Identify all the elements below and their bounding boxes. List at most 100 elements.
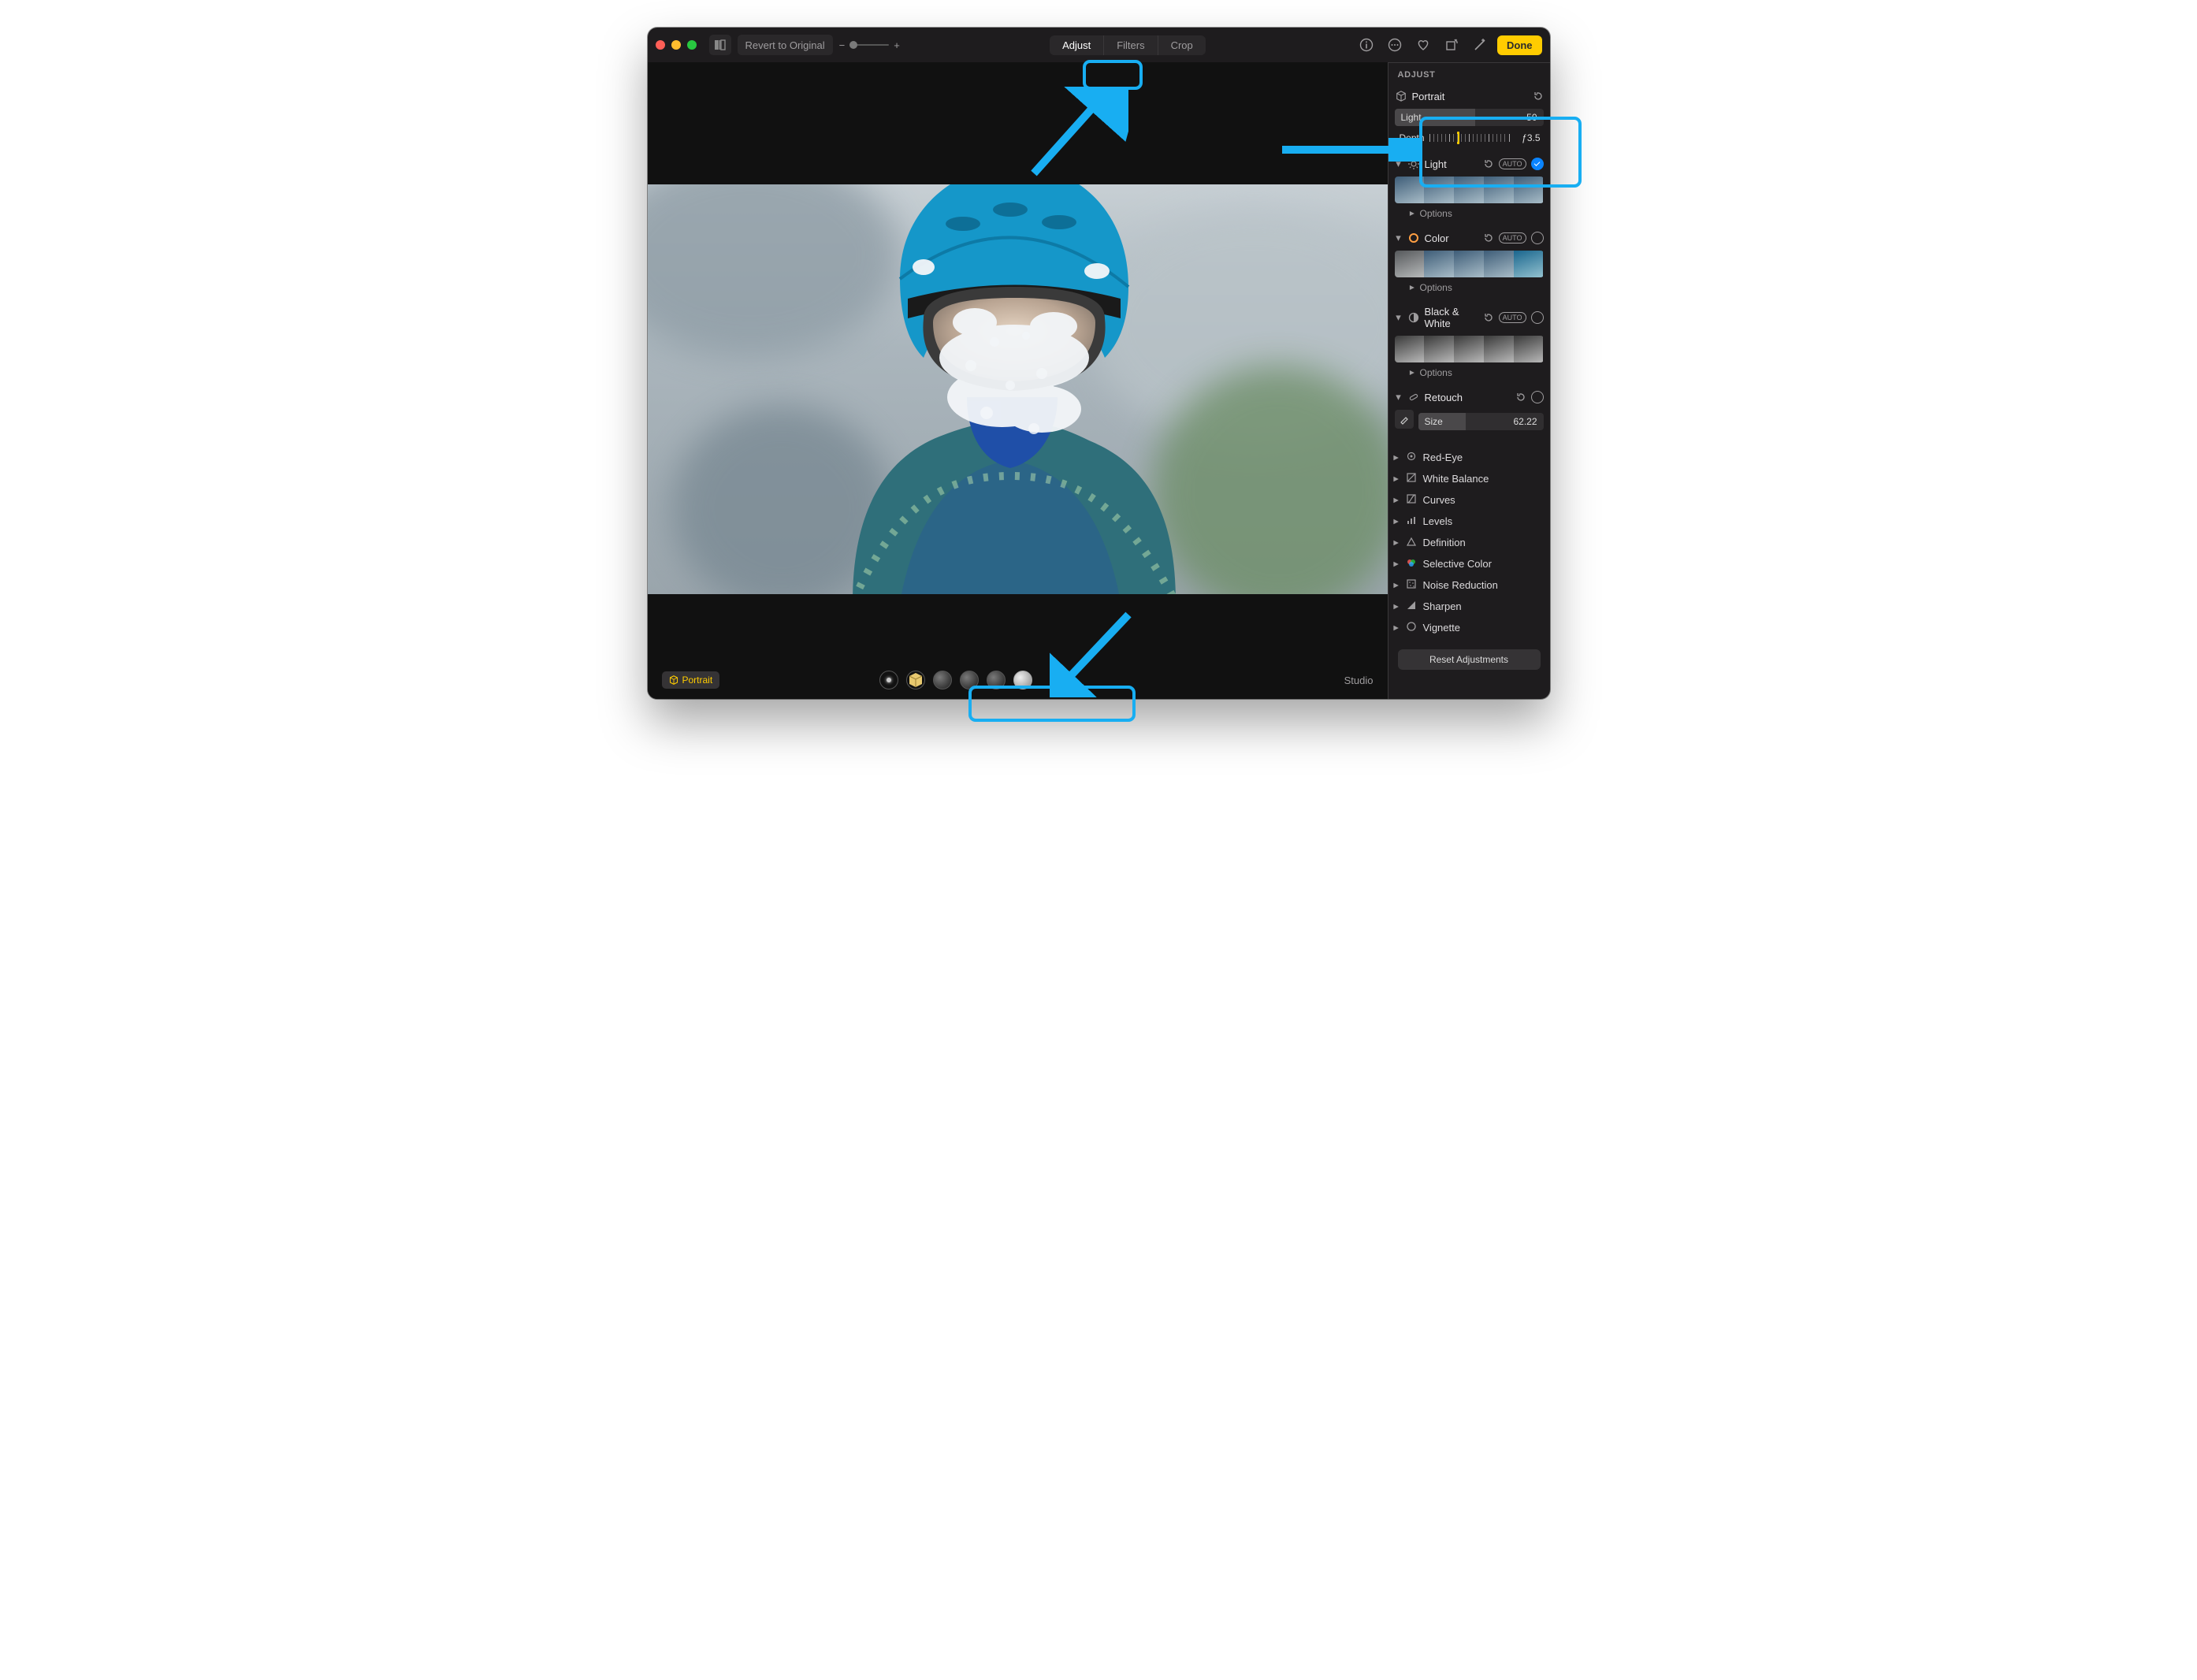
zoom-out-icon: − [839,39,846,51]
portrait-section-label: Portrait [1412,91,1528,102]
section-bw: ▾ Black & White AUTO ▾Options [1388,300,1550,385]
section-color: ▾ Color AUTO ▾Options [1388,226,1550,300]
retouch-section-label: Retouch [1425,392,1511,403]
lighting-natural[interactable] [879,671,898,689]
section-toggle[interactable] [1531,391,1544,403]
info-icon[interactable] [1355,35,1377,55]
light-options-toggle[interactable]: ▾Options [1395,206,1544,224]
color-options-toggle[interactable]: ▾Options [1395,281,1544,298]
auto-button[interactable]: AUTO [1499,232,1526,243]
section-label: Vignette [1423,622,1460,634]
noise-icon [1406,578,1417,592]
favorite-heart-icon[interactable] [1412,35,1434,55]
chevron-right-icon: ▾ [1392,603,1400,611]
bw-preview-strip[interactable] [1395,336,1544,362]
bw-icon [1407,311,1420,324]
portrait-light-label: Light [1401,112,1422,123]
panel-title: ADJUST [1388,62,1550,84]
minimize-window-button[interactable] [671,40,681,50]
window-traffic-lights [656,40,697,50]
section-retouch: ▾ Retouch Size 62.22 [1388,385,1550,439]
annotation-highlight-portrait-panel [1419,117,1582,188]
chevron-right-icon: ▾ [1392,475,1400,483]
chevron-right-icon: ▾ [1392,518,1400,526]
portrait-badge[interactable]: Portrait [662,671,720,689]
chevron-down-icon[interactable]: ▾ [1395,314,1403,322]
photo-image [648,184,1388,594]
bw-section-label: Black & White [1425,306,1478,329]
section-label: Sharpen [1423,600,1462,612]
section-selective-color[interactable]: ▾ Selective Color [1388,553,1550,574]
color-ring-icon [1407,232,1420,244]
tab-filters[interactable]: Filters [1103,35,1157,55]
section-toggle[interactable] [1531,232,1544,244]
section-label: Red-Eye [1423,452,1463,463]
color-section-label: Color [1425,232,1478,244]
compare-split-icon[interactable] [709,35,731,55]
retouch-size-value: 62.22 [1513,416,1537,427]
section-definition[interactable]: ▾ Definition [1388,532,1550,553]
annotation-highlight-adjust-tab [1083,60,1143,90]
auto-button[interactable]: AUTO [1499,312,1526,323]
photo-canvas: Portrait Studio [648,62,1388,699]
more-icon[interactable] [1384,35,1406,55]
done-button[interactable]: Done [1497,35,1542,55]
section-sharpen[interactable]: ▾ Sharpen [1388,596,1550,617]
levels-icon [1406,515,1417,528]
close-window-button[interactable] [656,40,665,50]
reset-adjustments-button[interactable]: Reset Adjustments [1398,649,1541,670]
chevron-right-icon: ▾ [1392,560,1400,568]
auto-enhance-icon[interactable] [1469,35,1491,55]
chevron-right-icon: ▾ [1392,539,1400,547]
sharpen-icon [1406,600,1417,613]
tab-adjust[interactable]: Adjust [1050,35,1103,55]
chevron-down-icon[interactable]: ▾ [1395,393,1403,401]
section-label: Selective Color [1423,558,1492,570]
reset-icon[interactable] [1533,91,1544,102]
section-toggle[interactable] [1531,311,1544,324]
cube-icon [1395,90,1407,102]
reset-icon[interactable] [1515,392,1526,403]
section-vignette[interactable]: ▾ Vignette [1388,617,1550,638]
chevron-right-icon: ▾ [1392,624,1400,632]
section-white-balance[interactable]: ▾ White Balance [1388,468,1550,489]
section-label: Definition [1423,537,1466,548]
revert-to-original-button[interactable]: Revert to Original [738,35,833,55]
color-preview-strip[interactable] [1395,251,1544,277]
toolbar: Revert to Original − + Adjust Filters Cr… [648,28,1550,63]
portrait-badge-label: Portrait [682,675,713,686]
vignette-icon [1406,621,1417,634]
definition-icon [1406,536,1417,549]
edit-mode-tabs: Adjust Filters Crop [1050,35,1206,55]
section-label: White Balance [1423,473,1489,485]
chevron-right-icon: ▾ [1392,582,1400,589]
annotation-arrow-to-portrait-panel [1278,138,1420,162]
section-noise-reduction[interactable]: ▾ Noise Reduction [1388,574,1550,596]
bw-options-toggle[interactable]: ▾Options [1395,366,1544,383]
retouch-size-label: Size [1425,416,1443,427]
section-curves[interactable]: ▾ Curves [1388,489,1550,511]
chevron-right-icon: ▾ [1392,496,1400,504]
selectivecolor-icon [1406,557,1417,571]
tab-crop[interactable]: Crop [1158,35,1206,55]
chevron-right-icon: ▾ [1392,454,1400,462]
redeye-icon [1406,451,1417,464]
bandage-icon [1407,391,1420,403]
reset-icon[interactable] [1483,232,1494,243]
section-label: Levels [1423,515,1453,527]
lighting-contour[interactable] [933,671,952,689]
curves-icon [1406,493,1417,507]
section-label: Curves [1423,494,1455,506]
section-levels[interactable]: ▾ Levels [1388,511,1550,532]
retouch-size-slider[interactable]: Size 62.22 [1418,413,1544,430]
annotation-arrow-to-adjust [1026,87,1128,181]
zoom-slider[interactable]: − + [839,39,900,51]
lighting-studio[interactable] [906,671,925,689]
section-red-eye[interactable]: ▾ Red-Eye [1388,447,1550,468]
retouch-brush-button[interactable] [1395,410,1414,429]
chevron-down-icon[interactable]: ▾ [1395,234,1403,242]
zoom-window-button[interactable] [687,40,697,50]
reset-icon[interactable] [1483,312,1494,323]
rotate-icon[interactable] [1441,35,1463,55]
section-label: Noise Reduction [1423,579,1498,591]
